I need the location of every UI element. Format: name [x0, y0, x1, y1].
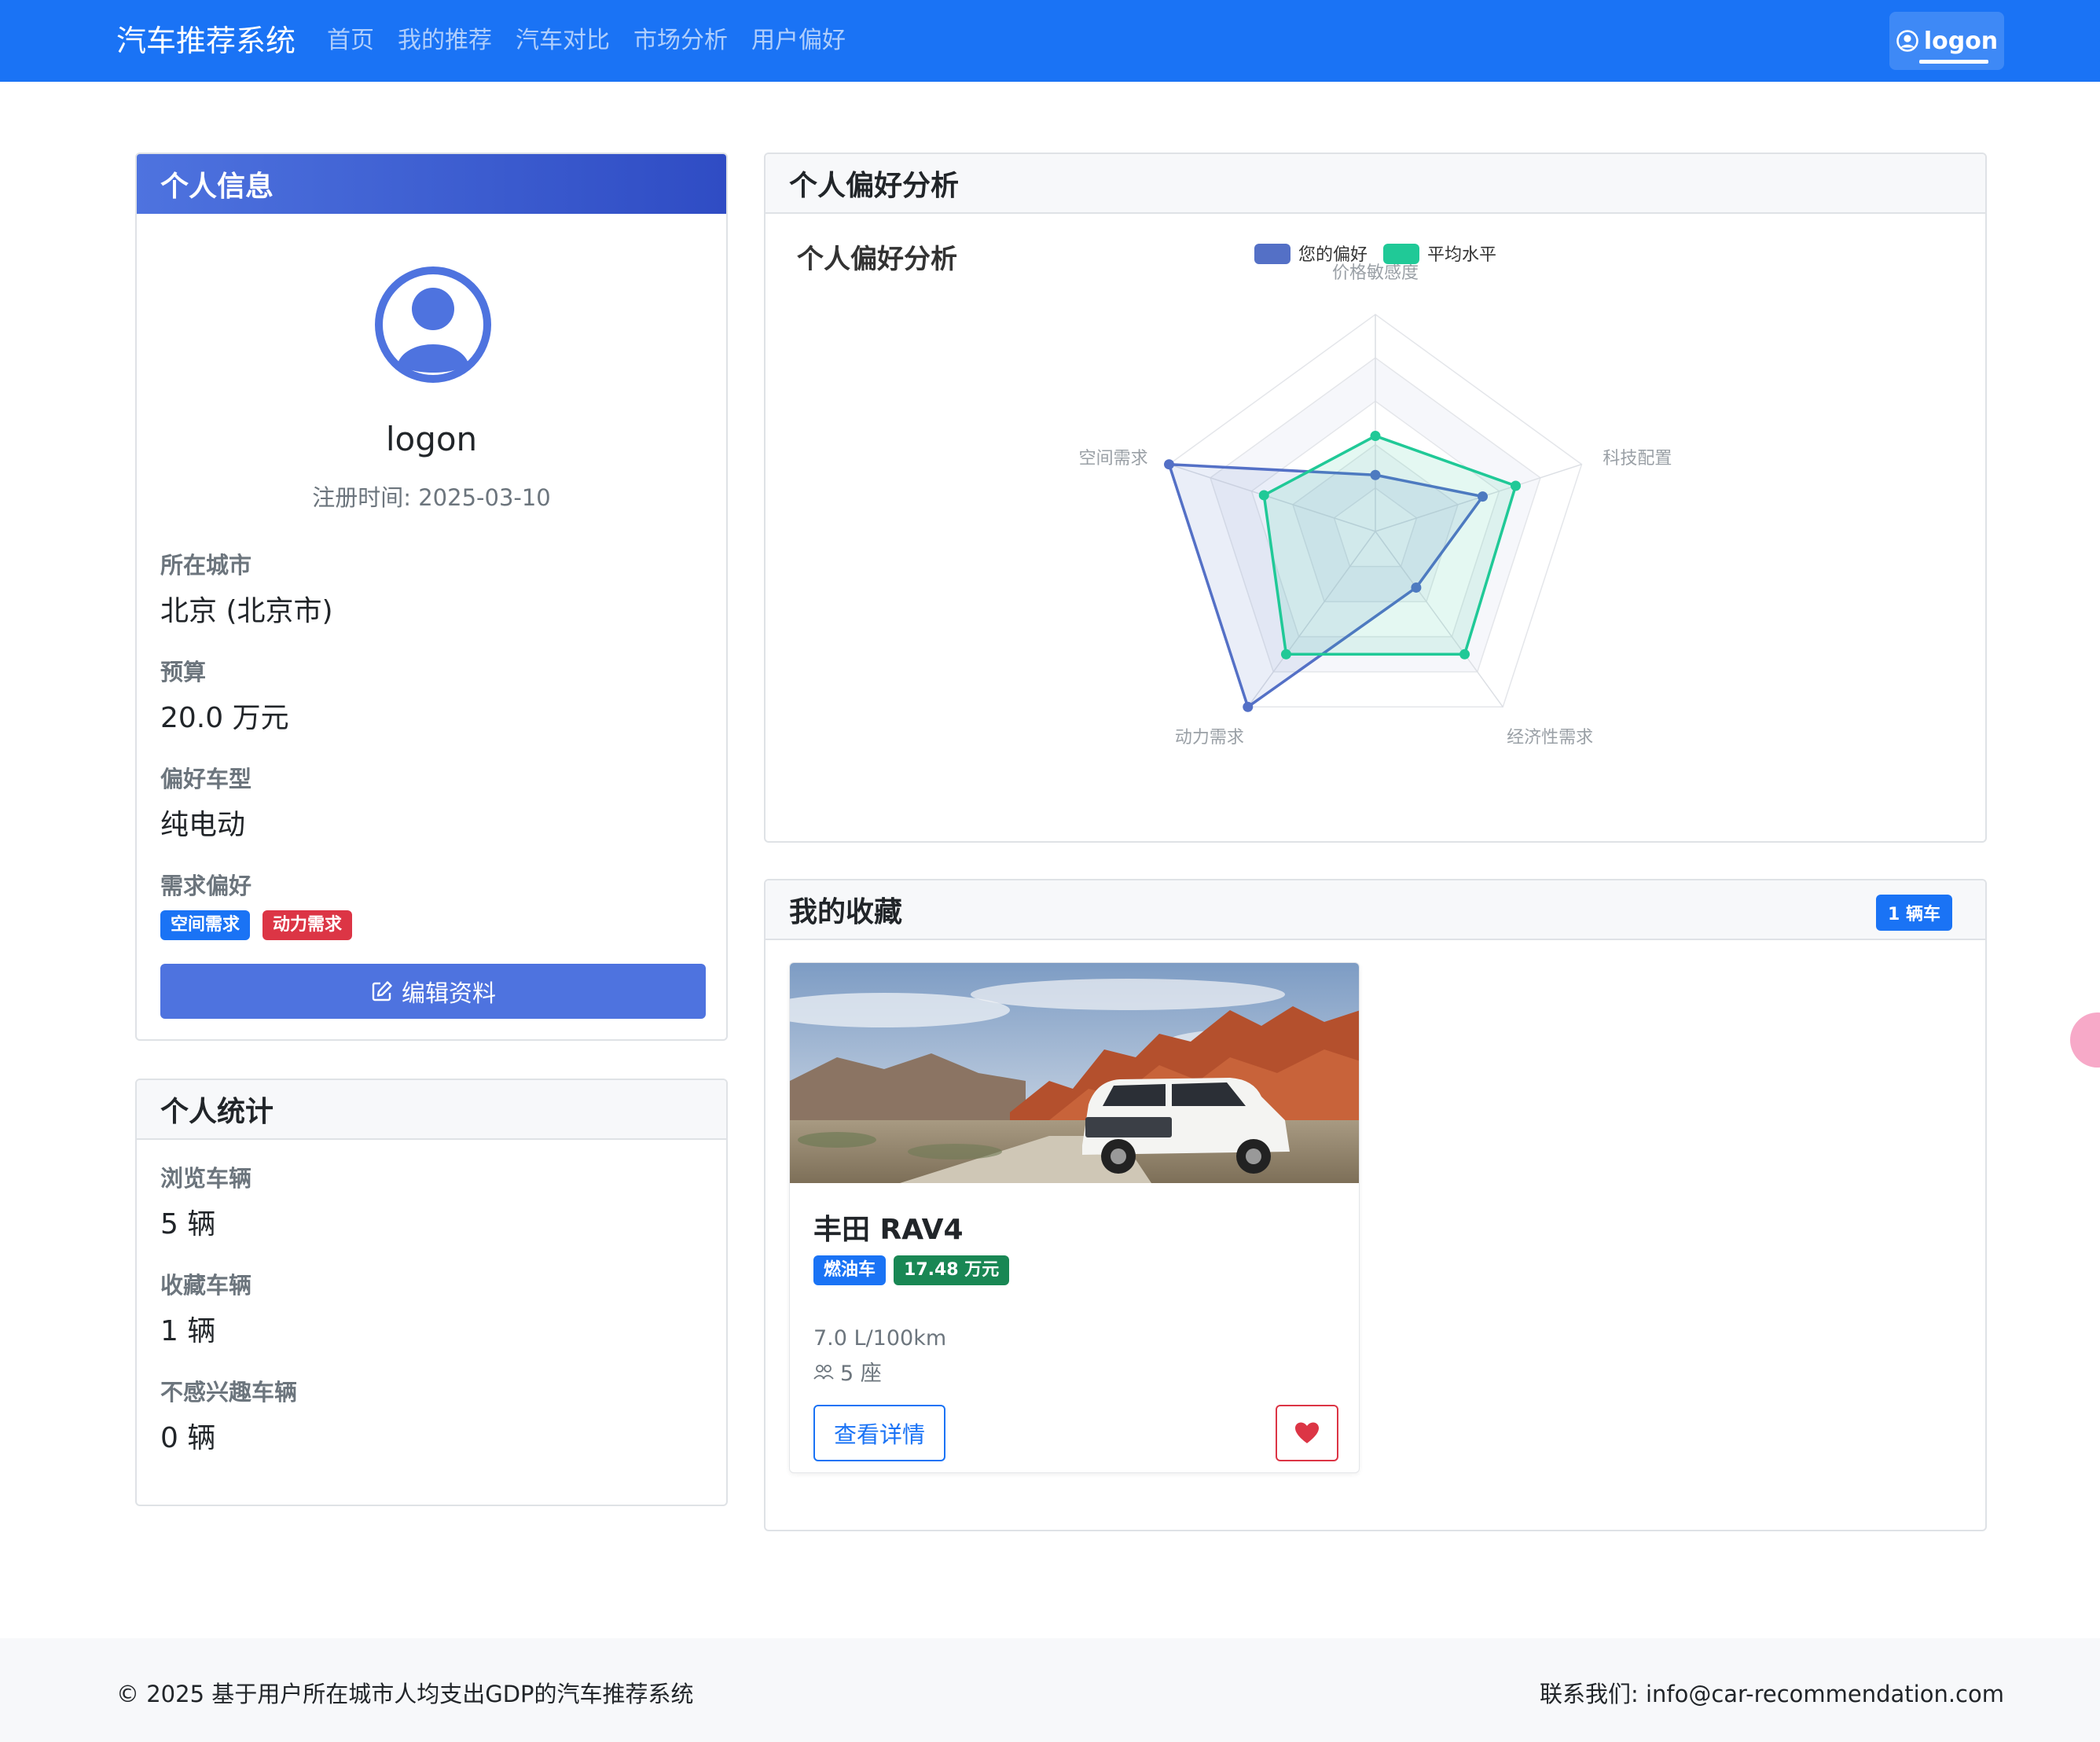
legend-label: 平均水平: [1427, 245, 1496, 265]
footer-contact[interactable]: 联系我们: info@car-recommendation.com: [1540, 1676, 2004, 1709]
floating-chat-bubble[interactable]: [2070, 1012, 2100, 1068]
radar-indicator-label: 科技配置: [1603, 449, 1672, 469]
radar-point: [1164, 459, 1175, 470]
needs-tags: 空间需求 动力需求: [160, 910, 353, 940]
navbar: 汽车推荐系统 首页 我的推荐 汽车对比 市场分析 用户偏好 logon: [0, 0, 2100, 82]
radar-indicator-label: 价格敏感度: [1332, 263, 1419, 283]
radar-point: [1243, 701, 1254, 712]
nav-link-compare[interactable]: 汽车对比: [516, 22, 610, 60]
edit-icon: [372, 981, 392, 1001]
budget-label: 预算: [160, 659, 207, 685]
stats-card: 个人统计 浏览车辆 5 辆 收藏车辆 1 辆 不感兴趣车辆 0 辆: [135, 1079, 728, 1506]
car-type-value: 纯电动: [160, 809, 246, 841]
avatar-icon: [375, 266, 491, 383]
car-photo: [790, 963, 1359, 1183]
user-circle-icon: [1896, 30, 1918, 52]
people-icon: [813, 1364, 834, 1380]
footer: © 2025 基于用户所在城市人均支出GDP的汽车推荐系统 联系我们: info…: [0, 1638, 2100, 1742]
nav-link-recommendations[interactable]: 我的推荐: [398, 22, 492, 60]
tag-power-need: 动力需求: [262, 910, 353, 940]
user-menu-button[interactable]: logon: [1889, 12, 2004, 70]
city-label: 所在城市: [160, 552, 252, 579]
legend-swatch: [1254, 244, 1290, 264]
brand-logo[interactable]: 汽车推荐系统: [116, 20, 296, 61]
budget-value: 20.0 万元: [160, 702, 289, 734]
radar-point: [1258, 490, 1269, 501]
user-menu-label: logon: [1923, 27, 1999, 55]
radar-point: [1370, 431, 1381, 442]
favorites-card: 我的收藏 1 辆车 丰田 RAV4 燃油车 17.48 万元 7.0 L/100…: [764, 879, 1987, 1531]
car-card[interactable]: 丰田 RAV4 燃油车 17.48 万元 7.0 L/100km 5 座 查看详…: [789, 962, 1360, 1473]
viewed-value: 5 辆: [160, 1208, 216, 1240]
active-underline: [1919, 60, 1988, 64]
favorited-label: 收藏车辆: [160, 1272, 252, 1299]
favorites-count-badge: 1 辆车: [1876, 895, 1952, 931]
radar-indicator-label: 经济性需求: [1507, 728, 1593, 748]
seats-row: 5 座: [813, 1356, 882, 1387]
city-value: 北京 (北京市): [160, 595, 333, 627]
car-type-label: 偏好车型: [160, 766, 252, 792]
nav-link-preferences[interactable]: 用户偏好: [751, 22, 846, 60]
radar-point: [1280, 649, 1291, 660]
legend-label: 您的偏好: [1298, 245, 1368, 265]
nav-links: 首页 我的推荐 汽车对比 市场分析 用户偏好: [327, 22, 846, 60]
legend-swatch: [1383, 244, 1419, 264]
profile-card: 个人信息 logon 注册时间: 2025-03-10 所在城市 北京 (北京市…: [135, 153, 728, 1041]
car-name: 丰田 RAV4: [813, 1214, 964, 1246]
profile-username: logon: [385, 420, 478, 458]
favorites-card-header: 我的收藏 1 辆车: [765, 880, 1985, 940]
not-interested-label: 不感兴趣车辆: [160, 1379, 298, 1406]
price-badge: 17.48 万元: [894, 1255, 1010, 1285]
fuel-type-badge: 燃油车: [813, 1255, 887, 1285]
radar-indicator-label: 动力需求: [1175, 728, 1244, 748]
unfavorite-button[interactable]: [1276, 1405, 1338, 1461]
not-interested-value: 0 辆: [160, 1422, 216, 1454]
needs-label: 需求偏好: [160, 873, 252, 899]
edit-profile-button[interactable]: 编辑资料: [160, 964, 706, 1019]
car-tags: 燃油车 17.48 万元: [813, 1255, 1010, 1285]
preference-card: 个人偏好分析 个人偏好分析 价格敏感度 科技配置 经济性需求 动力需求 空间需求 您的偏好…: [764, 153, 1987, 843]
profile-card-header: 个人信息: [137, 154, 726, 214]
favorited-value: 1 辆: [160, 1315, 216, 1347]
nav-link-home[interactable]: 首页: [327, 22, 374, 60]
radar-point: [1459, 649, 1470, 660]
viewed-label: 浏览车辆: [160, 1165, 252, 1192]
nav-link-market[interactable]: 市场分析: [633, 22, 728, 60]
radar-indicator-label: 空间需求: [1079, 449, 1148, 469]
footer-copyright: © 2025 基于用户所在城市人均支出GDP的汽车推荐系统: [116, 1681, 694, 1707]
stats-card-header: 个人统计: [137, 1080, 726, 1140]
favorites-title: 我的收藏: [789, 896, 903, 928]
radar-point: [1510, 480, 1521, 491]
edit-profile-label: 编辑资料: [402, 980, 496, 1008]
register-time: 注册时间: 2025-03-10: [312, 484, 551, 511]
tag-space-need: 空间需求: [160, 910, 251, 940]
view-details-button[interactable]: 查看详情: [813, 1405, 945, 1461]
radar-chart: 价格敏感度科技配置经济性需求 动力需求 空间需求 您的偏好 平均水平: [1079, 244, 1672, 748]
heart-icon: [1295, 1422, 1319, 1443]
fuel-consumption: 7.0 L/100km: [813, 1326, 947, 1351]
seats-value: 5 座: [840, 1362, 882, 1386]
